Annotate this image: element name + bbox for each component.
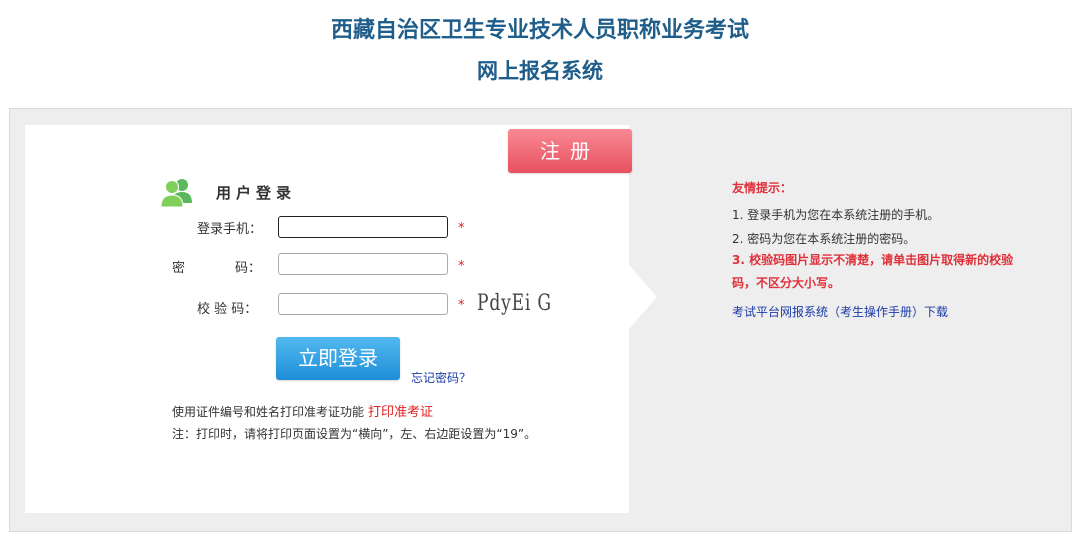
password-label-part1: 密 <box>172 261 186 276</box>
password-required-mark: * <box>458 259 465 274</box>
tip-item-2: 2. 密码为您在本系统注册的密码。 <box>732 232 916 246</box>
password-label-part2: 码： <box>235 261 262 276</box>
phone-input[interactable] <box>278 216 448 238</box>
card-arrow <box>629 265 657 329</box>
print-intro-text: 使用证件编号和姓名打印准考证功能 <box>172 405 365 419</box>
captcha-image[interactable]: PdyEi G <box>477 291 552 316</box>
print-ticket-line: 使用证件编号和姓名打印准考证功能 打印准考证 <box>172 401 433 420</box>
login-button[interactable]: 立即登录 <box>276 337 400 380</box>
captcha-input[interactable] <box>278 293 448 315</box>
register-button[interactable]: 注册 <box>508 129 632 173</box>
tip-item-1: 1. 登录手机为您在本系统注册的手机。 <box>732 208 940 222</box>
forgot-password-link[interactable]: 忘记密码？ <box>411 369 471 386</box>
users-icon <box>160 176 194 208</box>
print-ticket-link[interactable]: 打印准考证 <box>368 405 433 420</box>
system-title-line1: 西藏自治区卫生专业技术人员职称业务考试 <box>330 17 749 43</box>
phone-required-mark: * <box>458 221 465 236</box>
manual-download-link[interactable]: 考试平台网报系统（考生操作手册）下载 <box>732 303 948 320</box>
tips-title: 友情提示： <box>732 181 793 195</box>
print-note: 注：打印时，请将打印页面设置为“横向”，左、右边距设置为“19”。 <box>172 427 537 441</box>
captcha-required-mark: * <box>458 298 465 313</box>
system-title-line2: 网上报名系统 <box>477 58 603 83</box>
login-card <box>25 125 629 513</box>
captcha-label: 校 验 码： <box>197 302 258 317</box>
tip-item-3: 3. 校验码图片显示不清楚，请单击图片取得新的校验码，不区分大小写。 <box>732 253 1014 290</box>
password-input[interactable] <box>278 253 448 275</box>
phone-label: 登录手机： <box>197 222 263 237</box>
login-title: 用户登录 <box>216 184 297 202</box>
